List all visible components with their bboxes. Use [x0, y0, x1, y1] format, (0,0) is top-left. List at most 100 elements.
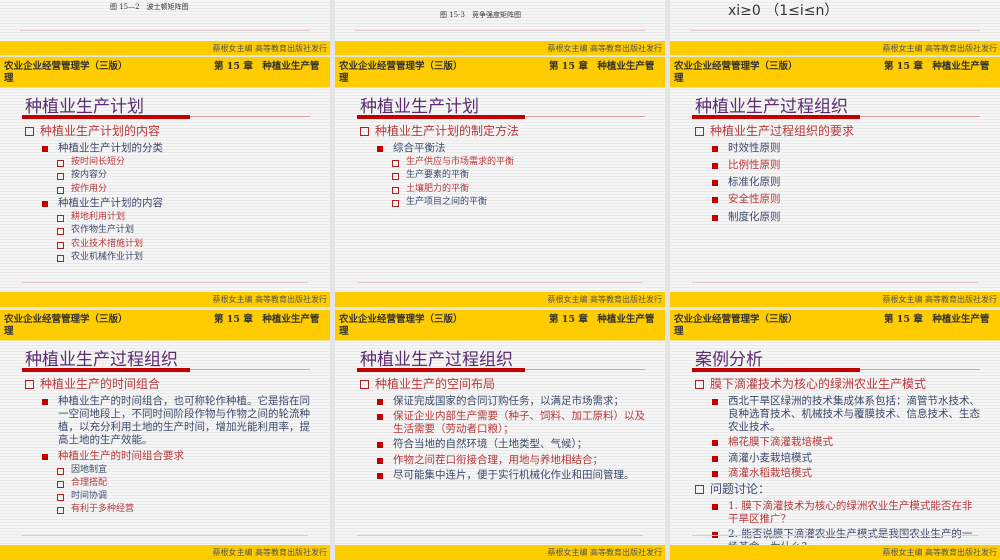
hollow-square-bullet-icon: [57, 173, 64, 181]
bullet-text: 种植业生产的时间组合: [40, 377, 161, 391]
bullet-item: 种植业生产的时间组合要求: [0, 450, 310, 463]
bullet-item: 标准化原则: [670, 176, 980, 189]
filled-square-bullet-icon: [712, 455, 718, 462]
bullet-item: 制度化原则: [670, 211, 980, 224]
hollow-square-bullet-icon: [57, 241, 64, 249]
book-title: 农业企业经营管理学（三版）: [339, 314, 463, 325]
divider: [357, 282, 643, 283]
bullet-text: 棉花膜下滴灌栽培模式: [728, 436, 833, 449]
bullet-item: 农业技术措施计划: [0, 239, 310, 250]
bullet-text: 有利于多种经营: [71, 504, 135, 515]
hollow-square-bullet-icon: [57, 254, 64, 262]
bullet-item: 棉花膜下滴灌栽培模式: [670, 436, 980, 449]
slide-thumbnail[interactable]: 农业企业经营管理学（三版）第 15 章 种植业生产管理 种植业生产计划 种植业生产计…: [0, 57, 330, 307]
slide-content: 案例分析 膜下滴灌技术为核心的绿洲农业生产模式 西北干旱区绿洲的技术集成体系包括：滴…: [670, 341, 1000, 553]
bullet-text: 种植业生产的空间布局: [375, 377, 496, 391]
bullet-item: 问题讨论：: [670, 482, 980, 497]
bullet-text: 农作物生产计划: [71, 225, 135, 236]
bullet-list: 膜下滴灌技术为核心的绿洲农业生产模式西北干旱区绿洲的技术集成体系包括：滴管节水技…: [670, 377, 980, 556]
prev-slide-fragment-3: xi≥0 （1≤i≤n） 蔡根女主编 高等教育出版社发行: [670, 0, 1000, 55]
bullet-text: 制度化原则: [728, 210, 781, 223]
slide-footer: 蔡根女主编 高等教育出版社发行: [670, 545, 1000, 560]
bullet-text: 种植业生产的时间组合，也可称轮作种植。它是指在同一空间地段上，不同时间阶段作物与…: [58, 395, 310, 447]
filled-square-bullet-icon: [42, 399, 48, 405]
bullet-text: 种植业生产计划的分类: [58, 142, 163, 154]
bullet-item: 生产供应与市场需求的平衡: [335, 157, 645, 168]
hollow-square-bullet-icon: [57, 480, 64, 488]
formula-text: xi≥0 （1≤i≤n）: [728, 3, 839, 19]
hollow-square-bullet-icon: [57, 507, 64, 515]
title-underline: [357, 115, 525, 119]
figure-caption: 图 15—2 波士顿矩阵图: [110, 3, 189, 11]
bullet-item: 种植业生产的空间布局: [335, 377, 645, 392]
bullet-text: 按内容分: [71, 170, 108, 181]
title-underline: [357, 368, 525, 372]
filled-square-bullet-icon: [712, 163, 718, 170]
bullet-text: 按作用分: [71, 183, 108, 194]
bullet-item: 滴灌小麦栽培模式: [670, 452, 980, 465]
slide-footer: 蔡根女主编 高等教育出版社发行: [0, 545, 330, 560]
bullet-item: 膜下滴灌技术为核心的绿洲农业生产模式: [670, 377, 980, 392]
filled-square-bullet-icon: [42, 146, 48, 152]
bullet-item: 种植业生产的时间组合，也可称轮作种植。它是指在同一空间地段上，不同时间阶段作物与…: [0, 395, 310, 448]
divider: [22, 282, 308, 283]
bullet-text: 耕地利用计划: [71, 212, 126, 222]
slide-thumbnail[interactable]: 农业企业经营管理学（三版）第 15 章 种植业生产管理 种植业生产过程组织 种植业生…: [335, 310, 665, 560]
divider: [357, 535, 643, 536]
slide-thumbnail[interactable]: 农业企业经营管理学（三版）第 15 章 种植业生产管理 种植业生产过程组织 种植业生…: [670, 57, 1000, 307]
bullet-item: 保证企业内部生产需要（种子、饲料、加工原料）以及生活需要（劳动者口粮）；: [335, 410, 645, 436]
filled-square-bullet-icon: [712, 197, 718, 204]
bullet-item: 种植业生产计划的内容: [0, 197, 310, 210]
slide-thumbnail[interactable]: 农业企业经营管理学（三版）第 15 章 种植业生产管理 案例分析 膜下滴灌技术为核心…: [670, 310, 1000, 560]
bullet-text: 保证企业内部生产需要（种子、饲料、加工原料）以及生活需要（劳动者口粮）；: [393, 410, 645, 436]
bullet-text: 膜下滴灌技术为核心的绿洲农业生产模式: [710, 377, 927, 391]
title-rule: [190, 369, 310, 370]
filled-square-bullet-icon: [42, 453, 48, 460]
bullet-list: 种植业生产计划的内容 种植业生产计划的分类 按时间长短分 按内容分 按作用分 种植业生产计…: [0, 124, 310, 265]
hollow-square-bullet-icon: [57, 160, 64, 168]
slide-thumbnail[interactable]: 农业企业经营管理学（三版）第 15 章 种植业生产管理种植业生产计划种植业生产计…: [335, 57, 665, 307]
bullet-text: 西北干旱区绿洲的技术集成体系包括：滴管节水技术、良种选育技术、机械技术与覆膜技术…: [728, 395, 980, 434]
bullet-text: 土壤肥力的平衡: [406, 183, 470, 194]
bullet-item: 西北干旱区绿洲的技术集成体系包括：滴管节水技术、良种选育技术、机械技术与覆膜技术…: [670, 395, 980, 434]
filled-square-bullet-icon: [712, 399, 718, 405]
hollow-square-bullet-icon: [392, 173, 399, 181]
slide-content: 种植业生产过程组织 种植业生产过程组织的要求 时效性原则 比例性原则 标准化原则 安全性原…: [670, 88, 1000, 292]
bullet-text: 生产要素的平衡: [406, 170, 470, 181]
title-rule: [525, 369, 645, 370]
book-title: 农业企业经营管理学（三版）: [674, 61, 798, 72]
bullet-text: 滴灌水稻栽培模式: [728, 466, 812, 479]
hollow-square-bullet-icon: [695, 380, 704, 389]
bullet-text: 农业机械作业计划: [71, 251, 144, 262]
slide-header: 农业企业经营管理学（三版）第 15 章 种植业生产管理: [335, 310, 665, 341]
bullet-text: 尽可能集中连片，便于实行机械化作业和田间管理。: [393, 468, 635, 481]
bullet-text: 时间协调: [71, 491, 108, 502]
book-title: 农业企业经营管理学（三版）: [674, 314, 798, 325]
filled-square-bullet-icon: [42, 200, 48, 207]
hollow-square-bullet-icon: [360, 127, 369, 136]
slide-header: 农业企业经营管理学（三版）第 15 章 种植业生产管理: [335, 57, 665, 88]
prev-slide-fragment-2: 图 15-3 竞争强度矩阵图 蔡根女主编 高等教育出版社发行: [335, 0, 665, 55]
slide-thumbnail[interactable]: 农业企业经营管理学（三版）第 15 章 种植业生产管理 种植业生产过程组织 种植业生…: [0, 310, 330, 560]
hollow-square-bullet-icon: [57, 215, 64, 222]
bullet-text: 生产项目之间的平衡: [406, 196, 488, 207]
bullet-item: 时效性原则: [670, 142, 980, 155]
hollow-square-bullet-icon: [57, 494, 64, 502]
bullet-item: 有利于多种经营: [0, 504, 310, 515]
hollow-square-bullet-icon: [57, 186, 64, 194]
title-rule: [860, 369, 980, 370]
bullet-item: 种植业生产的时间组合: [0, 377, 310, 392]
filled-square-bullet-icon: [712, 503, 718, 510]
bullet-text: 生产供应与市场需求的平衡: [406, 157, 515, 168]
bullet-text: 农业技术措施计划: [71, 238, 144, 249]
filled-square-bullet-icon: [377, 457, 383, 464]
figure-caption: 图 15-3 竞争强度矩阵图: [440, 11, 521, 19]
bullet-text: 种植业生产计划的内容: [40, 124, 161, 138]
slide-title: 种植业生产计划: [360, 97, 479, 117]
bullet-item: 按作用分: [0, 184, 310, 195]
bullet-item: 种植业生产过程组织的要求: [670, 124, 980, 139]
bullet-text: 种植业生产的时间组合要求: [58, 449, 184, 462]
bullet-item: 种植业生产计划的制定方法: [335, 124, 645, 139]
bullet-item: 生产要素的平衡: [335, 170, 645, 181]
slide-title: 种植业生产过程组织: [695, 97, 848, 117]
